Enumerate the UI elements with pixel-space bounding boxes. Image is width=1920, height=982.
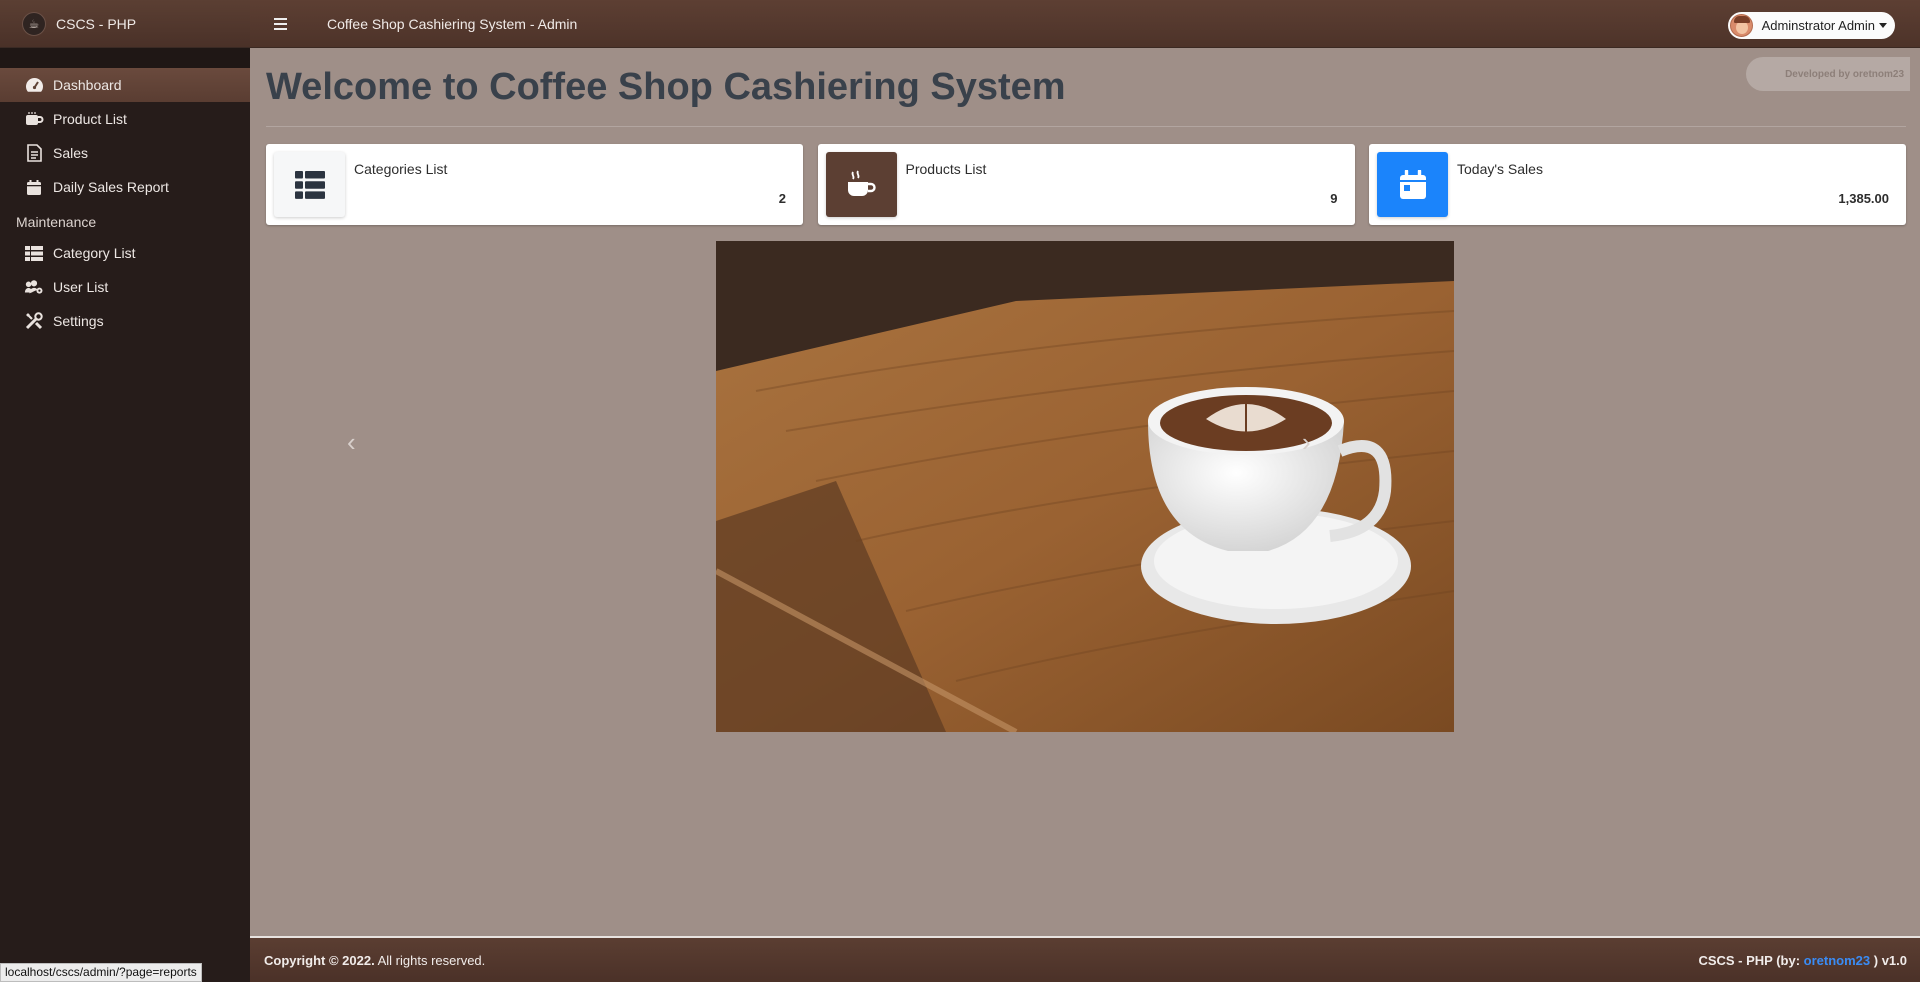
author-link[interactable]: oretnom23 [1804, 953, 1870, 968]
calendar-icon [24, 178, 44, 196]
copyright-text: Copyright © 2022. [264, 952, 375, 968]
card-categories[interactable]: Categories List 2 [266, 144, 803, 225]
sidebar-item-label: Sales [53, 145, 89, 161]
rights-text: All rights reserved. [377, 952, 486, 968]
sidebar-nav: Dashboard Product List Sales Daily Sales… [0, 68, 250, 338]
tachometer-icon [24, 76, 44, 94]
brand-link[interactable]: ☕ CSCS - PHP [0, 0, 250, 48]
sidebar-item-label: Settings [53, 313, 104, 329]
card-label: Categories List [354, 161, 448, 177]
sidebar-item-category-list[interactable]: Category List [0, 236, 250, 270]
sidebar-item-user-list[interactable]: User List [0, 270, 250, 304]
sidebar-item-label: Dashboard [53, 77, 122, 93]
sidebar-item-label: Category List [53, 245, 136, 261]
list-icon [24, 244, 44, 262]
page-title: Welcome to Coffee Shop Cashiering System [266, 66, 1066, 108]
coffee-cup-photo [716, 241, 1454, 732]
footer-copyright: Copyright © 2022. All rights reserved. [264, 953, 485, 968]
main-content: Developed by oretnom23 Welcome to Coffee… [250, 48, 1920, 936]
user-menu-button[interactable]: Adminstrator Admin [1727, 12, 1895, 39]
developer-badge: Developed by oretnom23 [1746, 57, 1910, 91]
calendar-day-icon [1377, 152, 1448, 217]
card-value: 9 [1330, 191, 1338, 206]
coffee-logo-icon: ☕ [22, 11, 46, 36]
tools-icon [24, 312, 44, 330]
version-prefix: CSCS - PHP (by: [1698, 952, 1804, 968]
sidebar-item-label: User List [53, 279, 109, 295]
coffee-mug-icon [24, 110, 44, 128]
hamburger-menu-icon[interactable] [274, 15, 294, 33]
card-products[interactable]: Products List 9 [817, 144, 1355, 225]
carousel-next-icon[interactable]: › [1302, 427, 1311, 458]
receipt-icon [24, 144, 44, 162]
card-value: 2 [778, 191, 786, 206]
card-label: Today's Sales [1457, 161, 1543, 177]
card-label: Products List [905, 161, 987, 177]
top-title: Coffee Shop Cashiering System - Admin [327, 15, 578, 32]
sidebar-item-label: Daily Sales Report [53, 179, 169, 195]
carousel-prev-icon[interactable]: ‹ [347, 427, 356, 458]
brand-title: CSCS - PHP [56, 15, 137, 32]
carousel-image [716, 241, 1454, 732]
footer-version: CSCS - PHP (by: oretnom23 ) v1.0 [1698, 953, 1907, 968]
users-cog-icon [24, 278, 44, 296]
sidebar-spacer [0, 48, 250, 68]
version-suffix: ) v1.0 [1870, 952, 1907, 968]
sidebar-item-dashboard[interactable]: Dashboard [0, 68, 250, 102]
caret-down-icon [1879, 23, 1887, 28]
sidebar-item-daily-sales-report[interactable]: Daily Sales Report [0, 170, 250, 204]
th-list-icon [274, 152, 345, 217]
coffee-icon [825, 152, 897, 217]
sidebar-item-settings[interactable]: Settings [0, 304, 250, 338]
avatar [1729, 14, 1753, 37]
card-value: 1,385.00 [1838, 191, 1889, 206]
user-name: Adminstrator Admin [1761, 18, 1875, 33]
sidebar-item-product-list[interactable]: Product List [0, 102, 250, 136]
card-todays-sales[interactable]: Today's Sales 1,385.00 [1369, 144, 1906, 225]
browser-status-url: localhost/cscs/admin/?page=reports [0, 963, 202, 982]
maintenance-header: Maintenance [16, 214, 97, 230]
top-navbar: Coffee Shop Cashiering System - Admin Ad… [250, 0, 1920, 48]
footer: Copyright © 2022. All rights reserved. C… [250, 936, 1920, 982]
sidebar-item-label: Product List [53, 111, 127, 127]
sidebar: ☕ CSCS - PHP Dashboard Product List Sale… [0, 0, 250, 982]
info-cards: Categories List 2 Products List 9 Today'… [266, 144, 1906, 225]
divider [266, 126, 1906, 127]
sidebar-item-sales[interactable]: Sales [0, 136, 250, 170]
